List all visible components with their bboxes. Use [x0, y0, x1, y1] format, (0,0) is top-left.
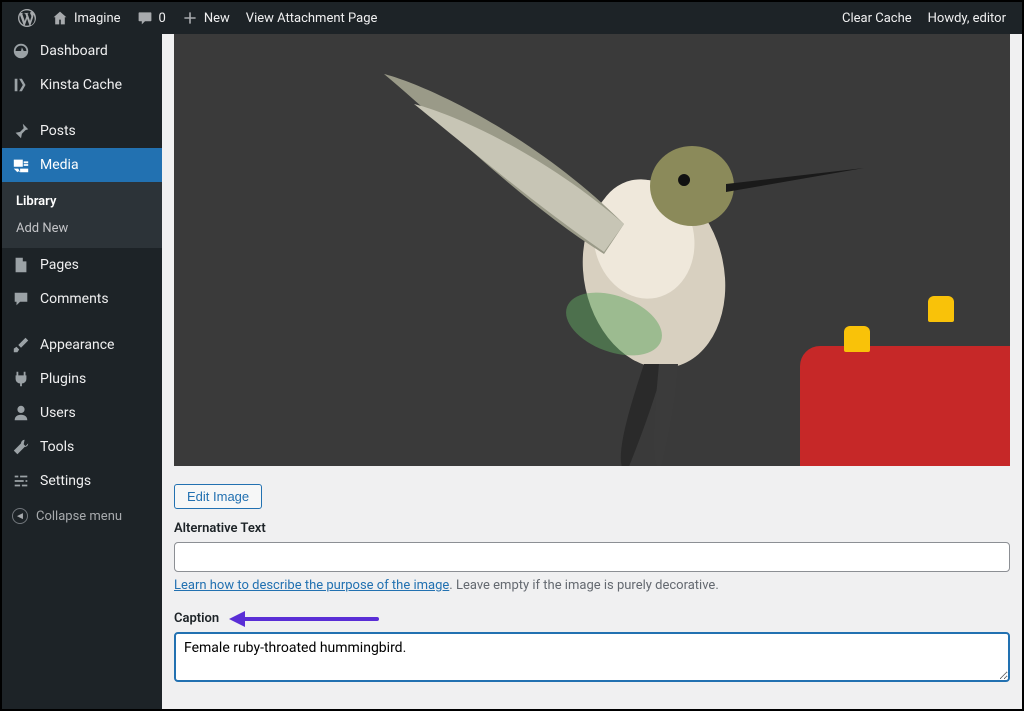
- sidebar-label: Appearance: [40, 337, 114, 353]
- new-content-link[interactable]: New: [174, 2, 238, 34]
- admin-top-bar: Imagine 0 New View Attachment Page Clear…: [2, 2, 1022, 34]
- plus-icon: [182, 10, 198, 26]
- comments-link[interactable]: 0: [129, 2, 174, 34]
- comment-count: 0: [159, 11, 166, 26]
- kinsta-icon: [12, 76, 30, 94]
- sidebar-item-users[interactable]: Users: [2, 396, 162, 430]
- feeder-prop: [790, 256, 1010, 466]
- sidebar-item-posts[interactable]: Posts: [2, 114, 162, 148]
- caption-textarea[interactable]: [174, 632, 1010, 682]
- annotation-arrow: [229, 612, 379, 626]
- sidebar-label: Plugins: [40, 371, 86, 387]
- home-icon: [52, 10, 68, 26]
- alt-help-link[interactable]: Learn how to describe the purpose of the…: [174, 578, 449, 593]
- sidebar-label: Kinsta Cache: [40, 77, 122, 93]
- collapse-icon: ◄: [12, 508, 28, 524]
- site-name-text: Imagine: [74, 11, 121, 26]
- caption-label: Caption: [174, 611, 219, 626]
- comments-icon: [12, 290, 30, 308]
- new-label: New: [204, 11, 230, 26]
- media-submenu: Library Add New: [2, 182, 162, 248]
- pages-icon: [12, 256, 30, 274]
- main-content: Edit Image Alternative Text Learn how to…: [162, 34, 1022, 709]
- sidebar-item-tools[interactable]: Tools: [2, 430, 162, 464]
- sidebar-label: Pages: [40, 257, 79, 273]
- wordpress-logo-icon: [18, 9, 36, 27]
- sidebar-subitem-library[interactable]: Library: [2, 188, 162, 215]
- collapse-label: Collapse menu: [36, 509, 122, 524]
- alt-text-label: Alternative Text: [174, 521, 1010, 536]
- sidebar-item-pages[interactable]: Pages: [2, 248, 162, 282]
- alt-help-rest: . Leave empty if the image is purely dec…: [449, 578, 718, 593]
- sliders-icon: [12, 472, 30, 490]
- wrench-icon: [12, 438, 30, 456]
- site-name-link[interactable]: Imagine: [44, 2, 129, 34]
- sidebar-item-media[interactable]: Media: [2, 148, 162, 182]
- sidebar-item-plugins[interactable]: Plugins: [2, 362, 162, 396]
- view-attachment-link[interactable]: View Attachment Page: [238, 2, 386, 34]
- collapse-menu[interactable]: ◄ Collapse menu: [2, 498, 162, 534]
- wordpress-logo[interactable]: [10, 2, 44, 34]
- sidebar-subitem-add-new[interactable]: Add New: [2, 215, 162, 242]
- admin-sidebar: Dashboard Kinsta Cache Posts Media Libra…: [2, 34, 162, 709]
- sidebar-label: Comments: [40, 291, 109, 307]
- user-icon: [12, 404, 30, 422]
- sidebar-label: Users: [40, 405, 76, 421]
- media-icon: [12, 156, 30, 174]
- sidebar-label: Dashboard: [40, 43, 108, 59]
- plug-icon: [12, 370, 30, 388]
- brush-icon: [12, 336, 30, 354]
- sidebar-item-settings[interactable]: Settings: [2, 464, 162, 498]
- account-link[interactable]: Howdy, editor: [920, 2, 1014, 34]
- dashboard-icon: [12, 42, 30, 60]
- sidebar-label: Tools: [40, 439, 74, 455]
- sidebar-item-dashboard[interactable]: Dashboard: [2, 34, 162, 68]
- comment-icon: [137, 10, 153, 26]
- clear-cache-link[interactable]: Clear Cache: [834, 2, 920, 34]
- sidebar-item-appearance[interactable]: Appearance: [2, 328, 162, 362]
- sidebar-label: Media: [40, 157, 79, 173]
- sidebar-label: Settings: [40, 473, 91, 489]
- sidebar-item-kinsta[interactable]: Kinsta Cache: [2, 68, 162, 102]
- attachment-image-preview: [174, 34, 1010, 466]
- sidebar-label: Posts: [40, 123, 76, 139]
- sidebar-item-comments[interactable]: Comments: [2, 282, 162, 316]
- edit-image-button[interactable]: Edit Image: [174, 484, 262, 509]
- pin-icon: [12, 122, 30, 140]
- alt-help-text: Learn how to describe the purpose of the…: [174, 578, 1010, 593]
- alt-text-input[interactable]: [174, 542, 1010, 572]
